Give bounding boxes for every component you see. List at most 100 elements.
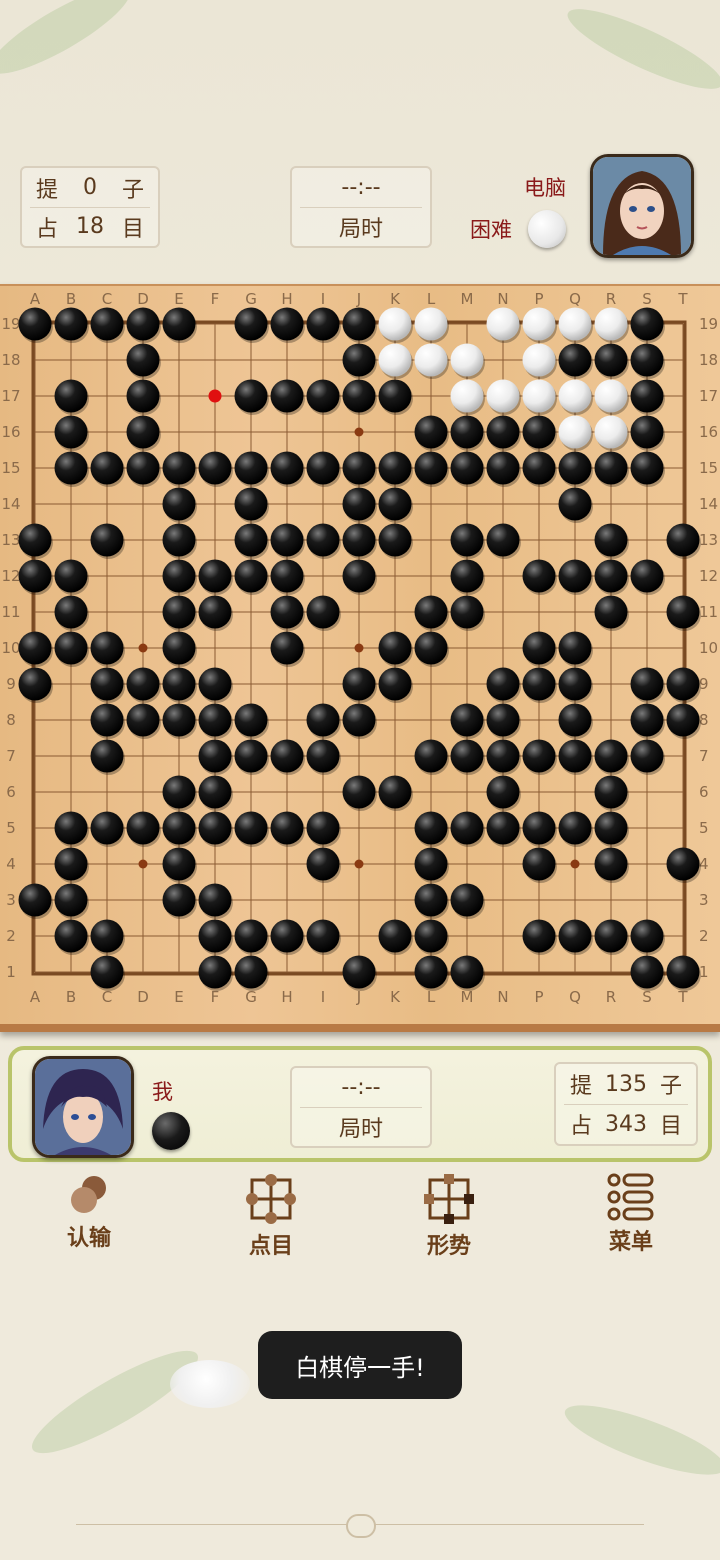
toast-message: 白棋停一手!	[258, 1331, 462, 1399]
black-stone	[162, 811, 197, 847]
black-stone	[450, 415, 485, 451]
stone-body	[306, 703, 340, 737]
stone-body	[450, 703, 484, 737]
stone-body	[54, 919, 88, 953]
star-point	[354, 643, 364, 653]
white-stone	[450, 379, 485, 415]
column-label: E	[174, 290, 183, 308]
row-label: 18	[1, 351, 20, 369]
black-stone	[378, 451, 413, 487]
stone-body	[270, 523, 304, 557]
stone-body	[54, 559, 88, 593]
opponent-timer-box: --:-- 局时	[290, 166, 432, 248]
stone-body	[90, 667, 124, 701]
stone-body	[270, 739, 304, 773]
black-stone	[306, 379, 341, 415]
white-stone	[378, 343, 413, 379]
stone-body	[558, 631, 592, 665]
black-stone	[126, 379, 161, 415]
go-board[interactable]: A A B B C C D D E E F F G G H H I I J J K K L L M M N N P P Q Q R R S S T T 19…	[0, 284, 720, 1032]
stone-body	[450, 739, 484, 773]
stone-body	[666, 847, 700, 881]
row-label: 11	[699, 603, 718, 621]
stone-body	[558, 739, 592, 773]
stone-body	[198, 667, 232, 701]
stone-body	[522, 739, 556, 773]
black-stone	[594, 775, 629, 811]
black-stone	[342, 775, 377, 811]
stone-body	[342, 451, 376, 485]
black-stone	[270, 595, 305, 631]
black-stone	[18, 631, 53, 667]
count-button[interactable]: 点目	[216, 1172, 326, 1260]
black-stone	[162, 703, 197, 739]
black-stone	[378, 523, 413, 559]
resign-button[interactable]: 认输	[34, 1172, 144, 1252]
stone-body	[558, 919, 592, 953]
stone-body	[666, 703, 700, 737]
black-stone	[198, 919, 233, 955]
black-stone	[630, 379, 665, 415]
black-stone	[54, 415, 89, 451]
black-stone	[306, 523, 341, 559]
stone-body	[198, 811, 232, 845]
white-stone	[450, 343, 485, 379]
situation-button[interactable]: 形势	[394, 1172, 504, 1260]
stone-body	[558, 451, 592, 485]
black-stone	[54, 847, 89, 883]
stone-body	[306, 739, 340, 773]
row-label: 2	[6, 927, 16, 945]
player-avatar[interactable]	[32, 1056, 134, 1158]
stone-body	[450, 343, 484, 377]
stone-body	[306, 595, 340, 629]
stone-body	[162, 487, 196, 521]
divider	[300, 1107, 422, 1108]
row-label: 5	[699, 819, 709, 837]
player-timer-value: --:--	[341, 1075, 381, 1100]
black-stone	[90, 451, 125, 487]
stone-body	[594, 775, 628, 809]
black-stone	[486, 739, 521, 775]
board-grid[interactable]: AABBCCDDEEFFGGHHIIJJKKLLMMNNPPQQRRSSTT19…	[0, 286, 720, 1016]
black-stone	[162, 523, 197, 559]
stone-body	[18, 559, 52, 593]
player-panel: 我 --:-- 局时 提 135 子 占 343 目	[8, 1046, 712, 1162]
black-stone-indicator	[152, 1112, 190, 1150]
row-label: 3	[699, 891, 709, 909]
black-stone	[342, 523, 377, 559]
stone-body	[270, 811, 304, 845]
row-label: 16	[699, 423, 718, 441]
column-label: G	[245, 290, 257, 308]
column-label: N	[497, 290, 508, 308]
menu-button[interactable]: 菜单	[576, 1172, 686, 1256]
black-stone	[90, 667, 125, 703]
black-stone	[414, 883, 449, 919]
opponent-stats-box: 提 0 子 占 18 目	[20, 166, 160, 248]
black-stone	[594, 451, 629, 487]
stone-body	[270, 559, 304, 593]
stone-body	[234, 703, 268, 737]
decorative-stone	[170, 1360, 250, 1408]
black-stone	[126, 451, 161, 487]
stone-body	[306, 847, 340, 881]
stone-body	[486, 739, 520, 773]
black-stone	[198, 883, 233, 919]
stone-body	[450, 415, 484, 449]
opponent-avatar[interactable]	[590, 154, 694, 258]
stone-body	[198, 559, 232, 593]
black-stone	[486, 415, 521, 451]
row-label: 9	[6, 675, 16, 693]
column-label: K	[390, 290, 401, 308]
black-stone	[486, 811, 521, 847]
black-stone	[198, 811, 233, 847]
black-stone	[54, 919, 89, 955]
stone-body	[594, 307, 628, 341]
row-label: 3	[6, 891, 16, 909]
column-label: R	[606, 290, 616, 308]
black-stone	[306, 451, 341, 487]
white-stone	[522, 343, 557, 379]
white-stone	[594, 379, 629, 415]
stone-body	[630, 955, 664, 989]
black-stone	[234, 811, 269, 847]
column-label: F	[211, 290, 220, 308]
